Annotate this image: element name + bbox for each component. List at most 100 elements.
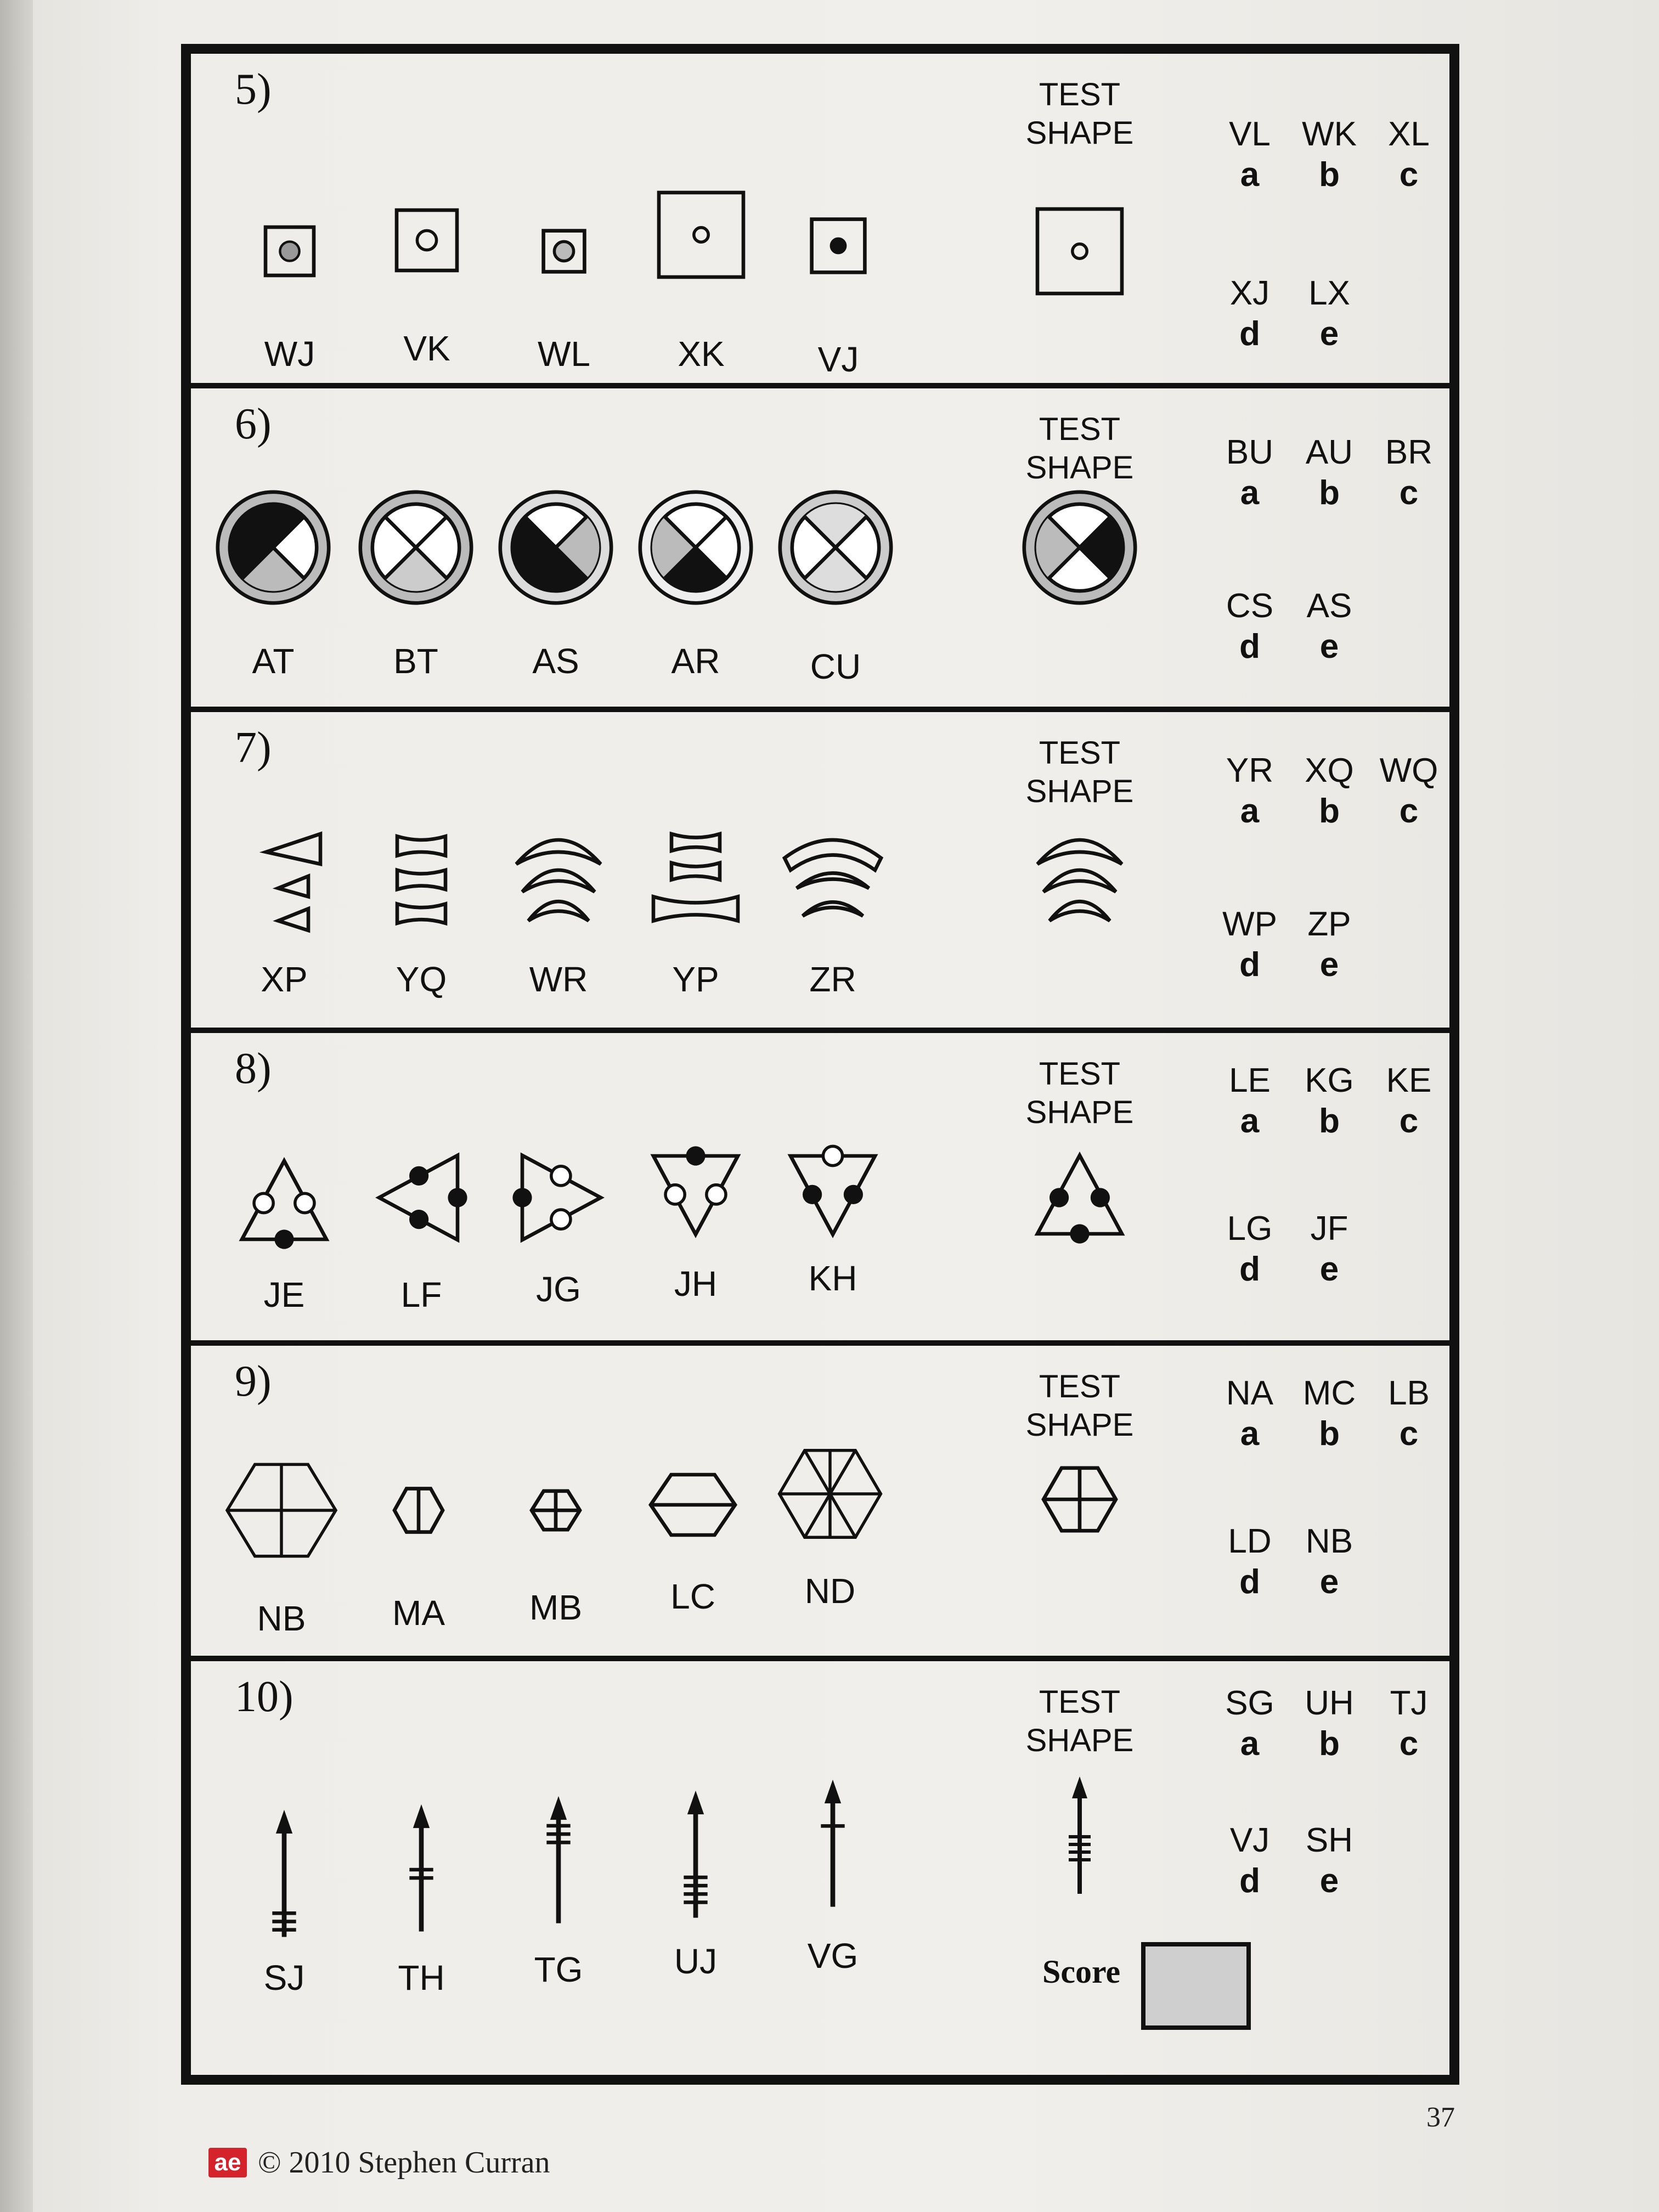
question-10-panel: 10) SJ TH TG UJ VG TEST SHAPE SG a UH b TJ…	[191, 1661, 1449, 2075]
test-shape-icon	[1019, 1771, 1140, 1903]
arrow-shape-icon	[498, 1790, 619, 1933]
shape-label: AR	[671, 641, 720, 681]
question-number: 10)	[235, 1673, 294, 1721]
shape-label: AT	[252, 641, 295, 681]
triangle-dots-shape-icon	[224, 1143, 345, 1263]
shape-label: LF	[400, 1275, 442, 1314]
shape-label: NB	[257, 1599, 306, 1638]
test-shape-heading: TEST SHAPE	[1025, 1056, 1134, 1130]
score-box[interactable]	[1141, 1942, 1251, 2030]
publisher-logo: ae	[208, 2148, 247, 2177]
test-shape-icon	[1019, 822, 1140, 943]
question-number: 9)	[235, 1357, 272, 1406]
arrow-shape-icon	[361, 1798, 482, 1941]
option-e[interactable]: ZP e	[1291, 904, 1368, 985]
arcs-shape-icon	[498, 822, 619, 943]
option-b[interactable]: WK b	[1291, 114, 1368, 195]
option-a[interactable]: BU a	[1211, 432, 1288, 514]
option-b[interactable]: UH b	[1291, 1683, 1368, 1764]
shape-label: MA	[392, 1593, 445, 1633]
shape-label: WR	[529, 960, 588, 999]
shape-label: ZR	[809, 960, 856, 999]
questions-frame: 5) WJ VK WL XK VJ TEST SHAPE VL a WK b XL c	[181, 44, 1459, 2085]
option-b[interactable]: MC b	[1291, 1373, 1368, 1454]
shape-label: SJ	[263, 1958, 305, 1997]
segmented-circle-shape-icon	[356, 487, 476, 608]
option-e[interactable]: SH e	[1291, 1820, 1368, 1901]
footer: ae © 2010 Stephen Curran	[208, 2145, 550, 2180]
arrow-shape-icon	[772, 1774, 893, 1916]
option-b[interactable]: AU b	[1291, 432, 1368, 514]
shape-label: YQ	[396, 960, 447, 999]
option-a[interactable]: NA a	[1211, 1373, 1288, 1454]
option-e[interactable]: NB e	[1291, 1521, 1368, 1602]
option-d[interactable]: LD d	[1211, 1521, 1288, 1602]
option-d[interactable]: XJ d	[1211, 273, 1288, 354]
option-a[interactable]: YR a	[1211, 751, 1288, 832]
option-d[interactable]: LG d	[1211, 1209, 1288, 1290]
shape-label: VK	[403, 329, 450, 368]
question-number: 8)	[235, 1045, 272, 1093]
segmented-circle-shape-icon	[775, 487, 896, 608]
shape-label: LC	[670, 1577, 715, 1616]
shape-label: YP	[672, 960, 719, 999]
option-c[interactable]: KE c	[1370, 1060, 1447, 1142]
option-a[interactable]: VL a	[1211, 114, 1288, 195]
test-shape-heading: TEST SHAPE	[1025, 411, 1134, 486]
shape-label: JH	[674, 1264, 718, 1304]
test-shape-heading: TEST SHAPE	[1025, 1369, 1134, 1443]
option-c[interactable]: TJ c	[1370, 1683, 1447, 1764]
score-label: Score	[1042, 1954, 1121, 1990]
triangle-dots-shape-icon	[498, 1137, 619, 1258]
triangles-shape-icon	[224, 822, 345, 943]
question-8-panel: 8) JE LF JG JH KH TEST SHAPE LE a KG b KE c	[191, 1033, 1449, 1346]
shape-label: TH	[398, 1958, 445, 1997]
square-dotted-shape-icon	[229, 191, 350, 312]
triangle-dots-shape-icon	[772, 1132, 893, 1252]
shape-label: XP	[261, 960, 308, 999]
shape-label: VG	[807, 1936, 859, 1976]
question-number: 5)	[235, 65, 272, 114]
copyright-text: © 2010 Stephen Curran	[258, 2146, 550, 2180]
option-b[interactable]: KG b	[1291, 1060, 1368, 1142]
shape-label: UJ	[674, 1942, 718, 1981]
option-e[interactable]: LX e	[1291, 273, 1368, 354]
small-square-ring-shape-icon	[504, 191, 624, 312]
arrow-shape-icon	[635, 1785, 756, 1927]
page-number: 37	[1426, 2102, 1455, 2133]
hexagon-spokes-shape-icon	[770, 1434, 890, 1554]
test-shape-heading: TEST SHAPE	[1025, 1684, 1134, 1758]
option-a[interactable]: SG a	[1211, 1683, 1288, 1764]
option-c[interactable]: LB c	[1370, 1373, 1447, 1454]
shape-label: MB	[529, 1588, 582, 1627]
hexagon-shape-icon	[358, 1450, 479, 1571]
option-d[interactable]: CS d	[1211, 586, 1288, 667]
option-e[interactable]: AS e	[1291, 586, 1368, 667]
question-5-panel: 5) WJ VK WL XK VJ TEST SHAPE VL a WK b XL c	[191, 54, 1449, 388]
test-shape-icon	[1019, 1137, 1140, 1258]
question-6-panel: 6) AT BT AS AR CU TEST SHAPE BU a AU b BR c	[191, 388, 1449, 712]
option-c[interactable]: BR c	[1370, 432, 1447, 514]
shape-label: JE	[263, 1275, 305, 1314]
hexagon-shape-icon	[221, 1450, 342, 1571]
square-ring-shape-icon	[366, 180, 487, 301]
option-c[interactable]: XL c	[1370, 114, 1447, 195]
option-d[interactable]: VJ d	[1211, 1820, 1288, 1901]
shape-label: ND	[804, 1571, 856, 1611]
shape-label: WJ	[264, 334, 315, 374]
question-9-panel: 9) NB MA MB LC ND TEST SHAPE NA a MC b LB c	[191, 1346, 1449, 1661]
option-e[interactable]: JF e	[1291, 1209, 1368, 1290]
test-shape-heading: TEST SHAPE	[1025, 735, 1134, 809]
triangle-dots-shape-icon	[635, 1132, 756, 1252]
test-shape-icon	[1019, 191, 1140, 312]
option-a[interactable]: LE a	[1211, 1060, 1288, 1142]
shape-label: XK	[678, 334, 725, 374]
question-number: 7)	[235, 724, 272, 772]
hexagon-shape-icon	[633, 1444, 753, 1565]
option-d[interactable]: WP d	[1211, 904, 1288, 985]
question-number: 6)	[235, 400, 272, 448]
option-b[interactable]: XQ b	[1291, 751, 1368, 832]
pinched-bars-shape-icon	[635, 822, 756, 943]
option-c[interactable]: WQ c	[1370, 751, 1447, 832]
shape-label: KH	[808, 1259, 857, 1298]
